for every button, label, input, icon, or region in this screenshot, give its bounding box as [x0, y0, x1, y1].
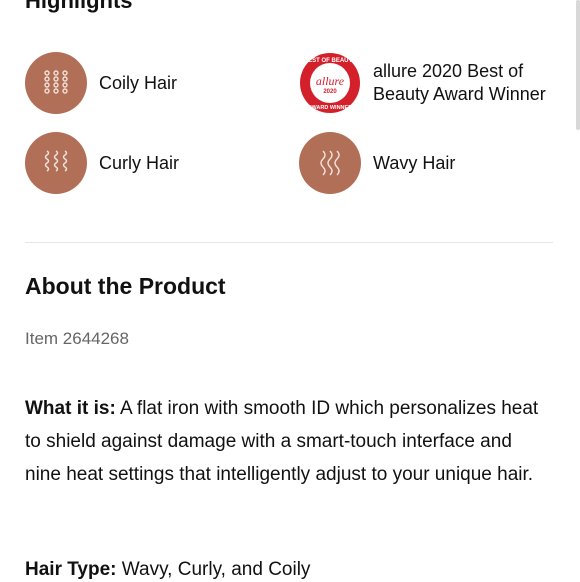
- about-product-heading: About the Product: [25, 273, 226, 299]
- what-it-is-label: What it is:: [25, 398, 116, 419]
- highlight-label: allure 2020 Best of Beauty Award Winner: [373, 60, 546, 106]
- highlight-wavy-hair[interactable]: Wavy Hair: [299, 132, 455, 194]
- highlight-label: Wavy Hair: [373, 152, 456, 173]
- highlight-coily-hair[interactable]: Coily Hair: [25, 52, 177, 114]
- badge-top-text: BEST OF BEAUTY: [304, 58, 356, 64]
- wavy-hair-icon: [299, 132, 361, 194]
- hair-type-line: Hair Type: Wavy, Curly, and Coily: [25, 558, 310, 582]
- highlight-label: Coily Hair: [99, 72, 178, 93]
- highlight-label: Curly Hair: [99, 152, 180, 173]
- hair-type-label: Hair Type:: [25, 559, 117, 580]
- allure-award-badge: allure 2020 BEST OF BEAUTY AWARD WINNER: [299, 52, 361, 114]
- highlight-curly-hair[interactable]: Curly Hair: [25, 132, 179, 194]
- highlight-allure-award[interactable]: allure 2020 BEST OF BEAUTY AWARD WINNER …: [299, 52, 546, 114]
- highlights-heading: Highlights: [25, 0, 133, 13]
- badge-year: 2020: [323, 89, 337, 95]
- allure-label-line2: Beauty Award Winner: [373, 84, 546, 104]
- coily-hair-icon: [25, 52, 87, 114]
- allure-label-line1: allure 2020 Best of: [373, 61, 524, 81]
- hair-type-text: Wavy, Curly, and Coily: [116, 559, 311, 580]
- badge-brand: allure: [316, 74, 345, 88]
- curly-hair-icon: [25, 132, 87, 194]
- section-divider: [25, 242, 553, 243]
- item-number: Item 2644268: [25, 329, 129, 348]
- badge-bottom-text: AWARD WINNER: [308, 105, 352, 111]
- what-it-is-description: What it is: A flat iron with smooth ID w…: [25, 392, 545, 491]
- scrollbar[interactable]: [576, 0, 580, 130]
